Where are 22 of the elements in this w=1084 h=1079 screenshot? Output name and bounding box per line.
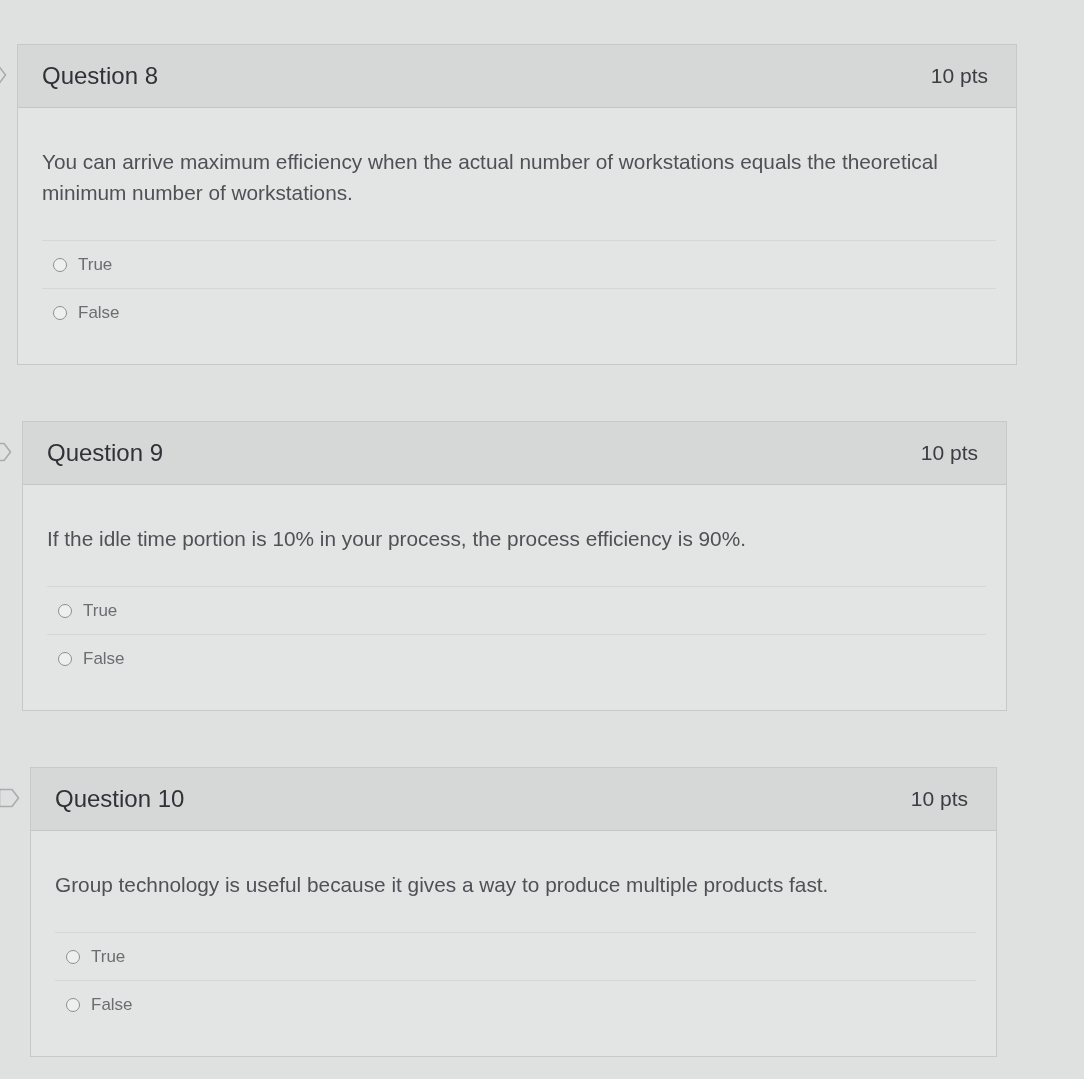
points-label: 10 pts (920, 441, 978, 465)
radio-button[interactable] (58, 603, 72, 618)
points-label: 10 pts (930, 64, 988, 88)
answer-option-label[interactable]: False (83, 648, 125, 669)
question-text: You can arrive maximum efficiency when the actual number of workstations equals the theoretical minimum number of workstations. (42, 149, 939, 206)
answer-option-label[interactable]: True (91, 946, 126, 967)
question-title: Question 8 (42, 62, 159, 90)
answer-option-label[interactable]: False (91, 994, 133, 1015)
question-text: Group technology is useful because it gives a way to produce multiple products fast. (55, 872, 830, 898)
radio-button[interactable] (53, 257, 67, 272)
question-text: If the idle time portion is 10% in your process, the process efficiency is 90%. (47, 526, 747, 552)
answer-option-label[interactable]: False (78, 302, 120, 323)
points-label: 10 pts (910, 787, 968, 811)
answer-option-label[interactable]: True (78, 254, 113, 275)
radio-button[interactable] (66, 949, 80, 964)
bookmark-flag-icon[interactable] (0, 788, 20, 808)
question-title: Question 10 (55, 785, 185, 813)
question-title: Question 9 (47, 439, 164, 467)
radio-button[interactable] (66, 997, 80, 1012)
radio-button[interactable] (58, 651, 72, 666)
radio-button[interactable] (53, 305, 67, 320)
answer-option-label[interactable]: True (83, 600, 118, 621)
